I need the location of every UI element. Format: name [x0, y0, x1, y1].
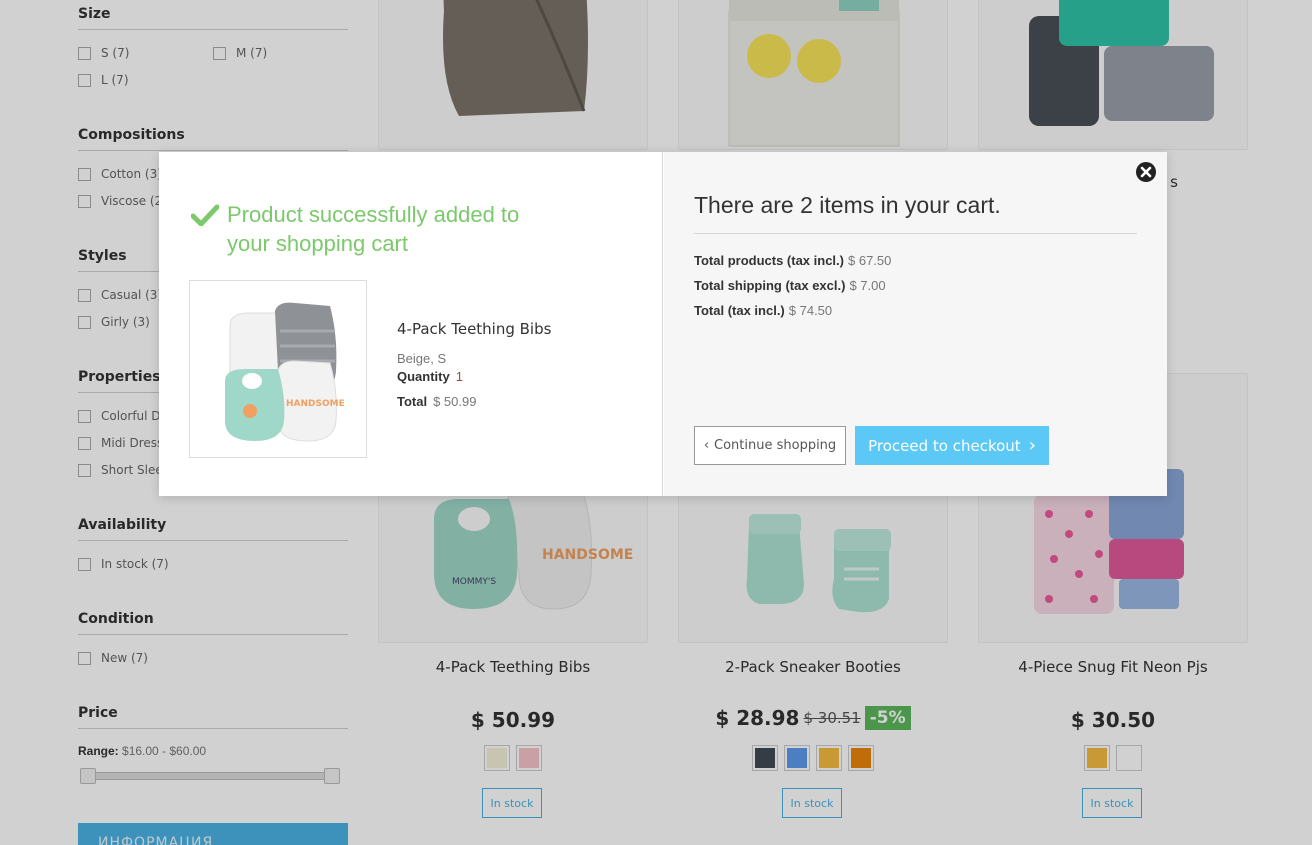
chevron-left-icon: ‹: [703, 438, 710, 453]
cart-count-text: There are 2 items in your cart.: [694, 192, 1001, 218]
svg-text:HANDSOME: HANDSOME: [286, 399, 345, 409]
proceed-to-checkout-button[interactable]: Proceed to checkout ›: [855, 426, 1049, 465]
modal-quantity: Quantity 1: [397, 369, 463, 384]
total-shipping-row: Total shipping (tax excl.) $ 7.00: [694, 278, 886, 293]
close-icon[interactable]: [1135, 161, 1157, 183]
divider: [694, 233, 1137, 234]
total-products-row: Total products (tax incl.) $ 67.50: [694, 253, 892, 268]
modal-product-name: 4-Pack Teething Bibs: [397, 320, 552, 338]
check-icon: [191, 204, 219, 226]
modal-product-panel: Product successfully added to your shopp…: [159, 152, 663, 496]
continue-shopping-button[interactable]: ‹ Continue shopping: [694, 426, 846, 465]
chevron-right-icon: ›: [1028, 435, 1036, 456]
modal-cart-panel: There are 2 items in your cart. Total pr…: [664, 152, 1167, 496]
modal-product-image: HANDSOME: [189, 280, 367, 458]
add-to-cart-modal: Product successfully added to your shopp…: [159, 152, 1167, 496]
success-message: Product successfully added to your shopp…: [227, 202, 520, 256]
bibs-thumbnail: HANDSOME: [225, 302, 345, 442]
modal-product-attributes: Beige, S: [397, 351, 447, 366]
modal-product-total: Total $ 50.99: [397, 394, 477, 409]
grand-total-row: Total (tax incl.) $ 74.50: [694, 303, 833, 318]
